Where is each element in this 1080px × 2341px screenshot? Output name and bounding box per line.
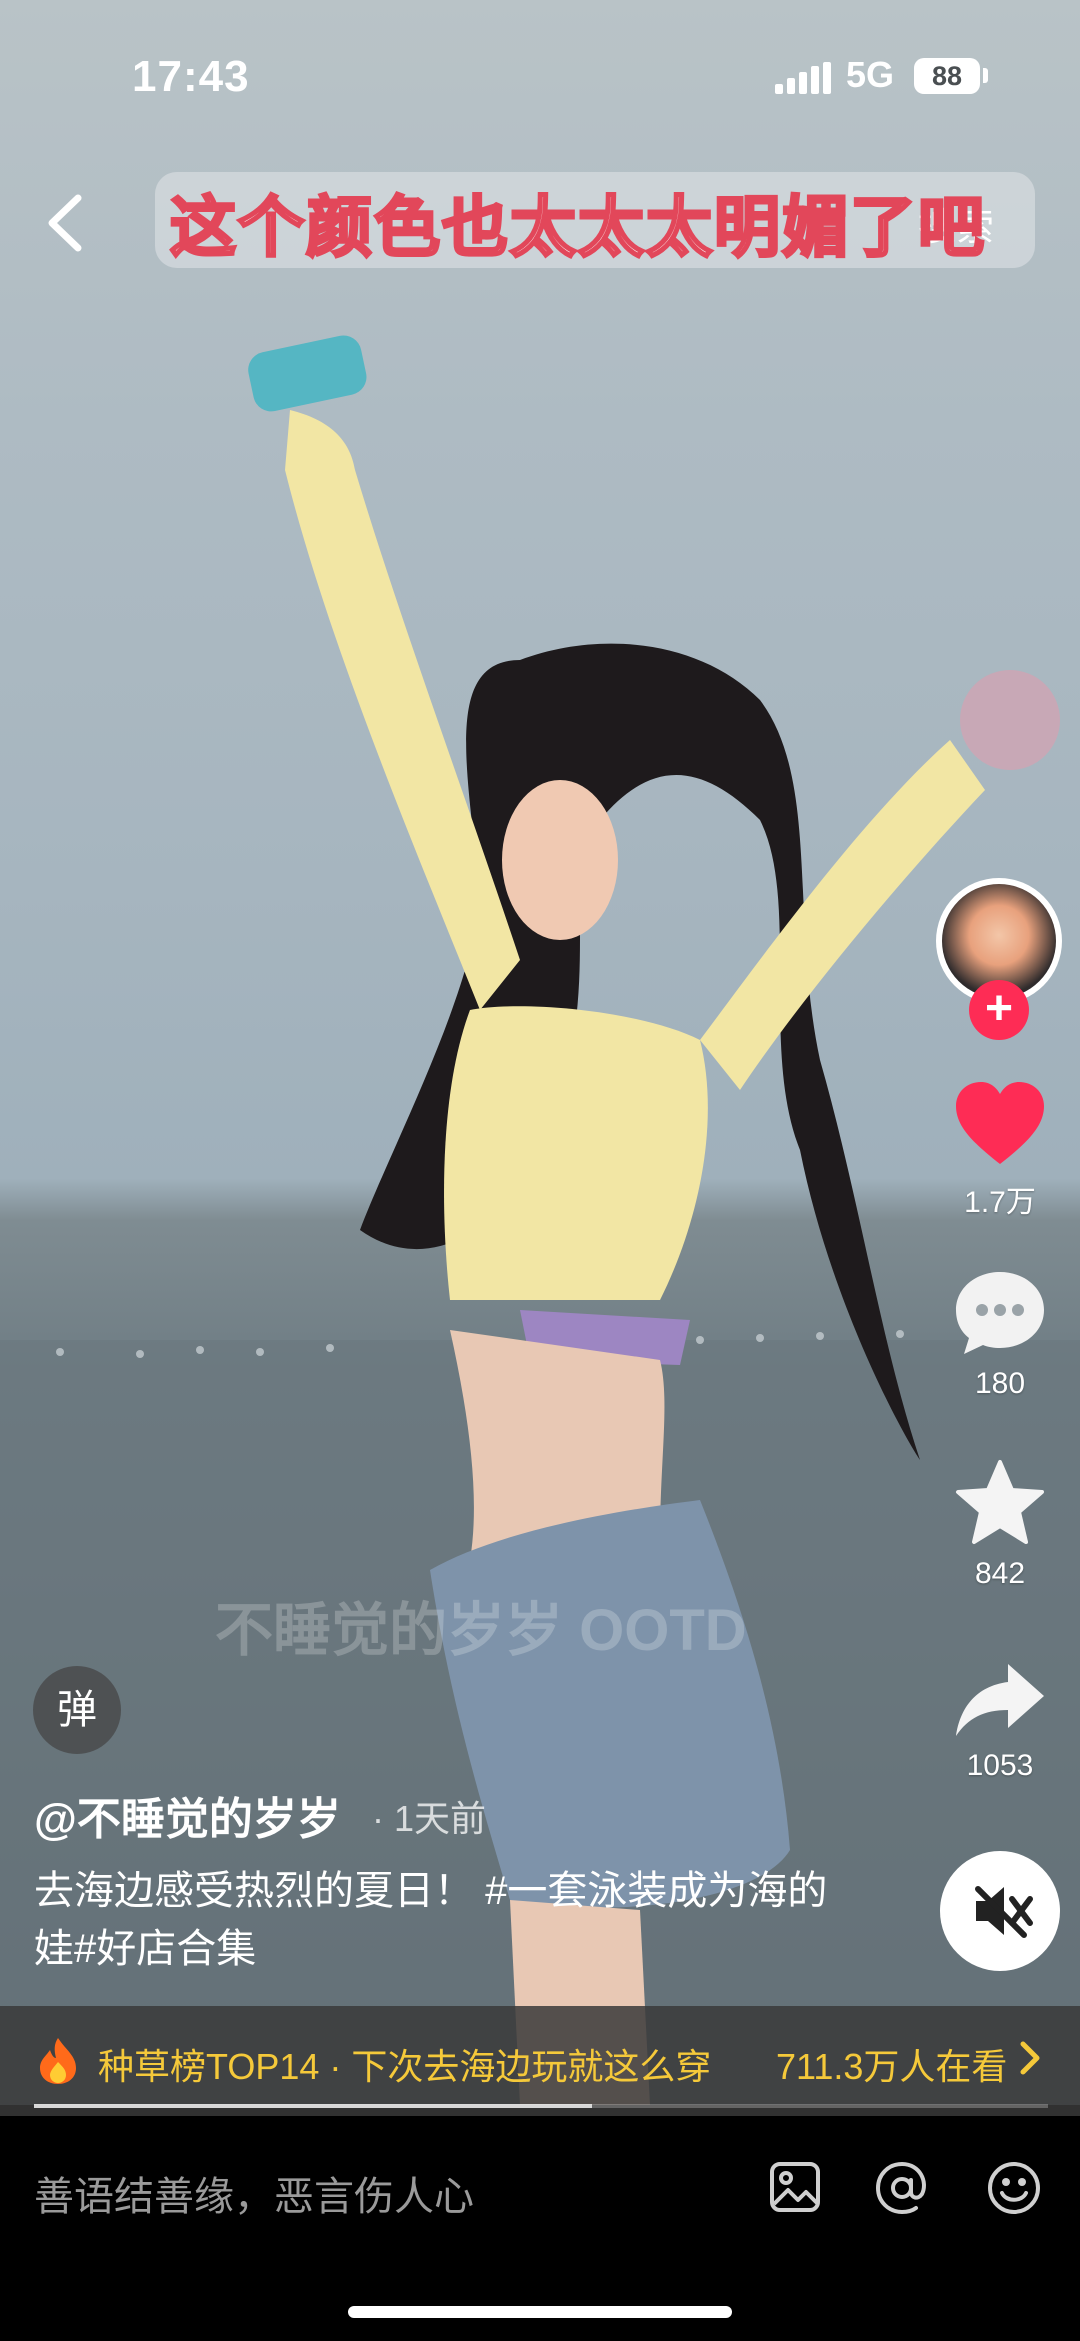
battery-indicator: 88 <box>914 58 980 94</box>
favorite-button[interactable]: 842 <box>945 1458 1055 1591</box>
post-description[interactable]: 去海边感受热烈的夏日！ #一套泳装成为海的娃#好店合集 <box>34 1862 854 1978</box>
post-time: · 1天前 <box>372 1798 487 1839</box>
back-arrow-icon[interactable] <box>40 190 90 256</box>
battery-tip <box>983 68 988 83</box>
flame-icon <box>40 2038 76 2084</box>
video-progress-bar[interactable] <box>34 2104 1048 2108</box>
network-label: 5G <box>846 54 895 95</box>
mute-button[interactable] <box>940 1851 1060 1971</box>
favorite-count: 842 <box>974 1557 1026 1590</box>
video-watermark: 不睡觉的岁岁 OOTD <box>215 1598 747 1663</box>
author-name[interactable]: @不睡觉的岁岁 <box>34 1783 341 1847</box>
chevron-right-icon[interactable] <box>1018 2040 1042 2076</box>
signal-icon <box>775 62 831 94</box>
image-icon[interactable] <box>768 2160 822 2214</box>
share-count: 1053 <box>966 1749 1034 1782</box>
danmaku-toggle[interactable]: 弹 <box>33 1666 121 1754</box>
at-icon[interactable] <box>874 2160 930 2216</box>
emoji-icon[interactable] <box>986 2160 1042 2216</box>
status-time: 17:43 <box>132 52 250 101</box>
share-button[interactable]: 1053 <box>945 1660 1055 1783</box>
star-icon <box>956 1460 1044 1544</box>
comment-input[interactable]: 善语结善缘，恶言伤人心 <box>34 2164 474 2222</box>
comment-button[interactable]: 180 <box>945 1268 1055 1401</box>
like-button[interactable]: 1.7万 <box>945 1080 1055 1221</box>
share-icon <box>956 1664 1044 1736</box>
watching-count: 711.3万人在看 <box>776 2046 1008 2087</box>
video-caption: 这个颜色也太太太明媚了吧 <box>169 189 986 266</box>
comment-count: 180 <box>974 1367 1026 1400</box>
mute-icon <box>975 1886 1033 1938</box>
video-progress-fill <box>34 2104 592 2108</box>
ranking-text[interactable]: 种草榜TOP14 · 下次去海边玩就这么穿 <box>98 2038 711 2090</box>
heart-icon <box>956 1082 1044 1164</box>
comment-icon <box>956 1272 1044 1354</box>
follow-button[interactable]: + <box>969 980 1029 1040</box>
home-indicator <box>348 2306 732 2318</box>
like-count: 1.7万 <box>964 1186 1036 1219</box>
